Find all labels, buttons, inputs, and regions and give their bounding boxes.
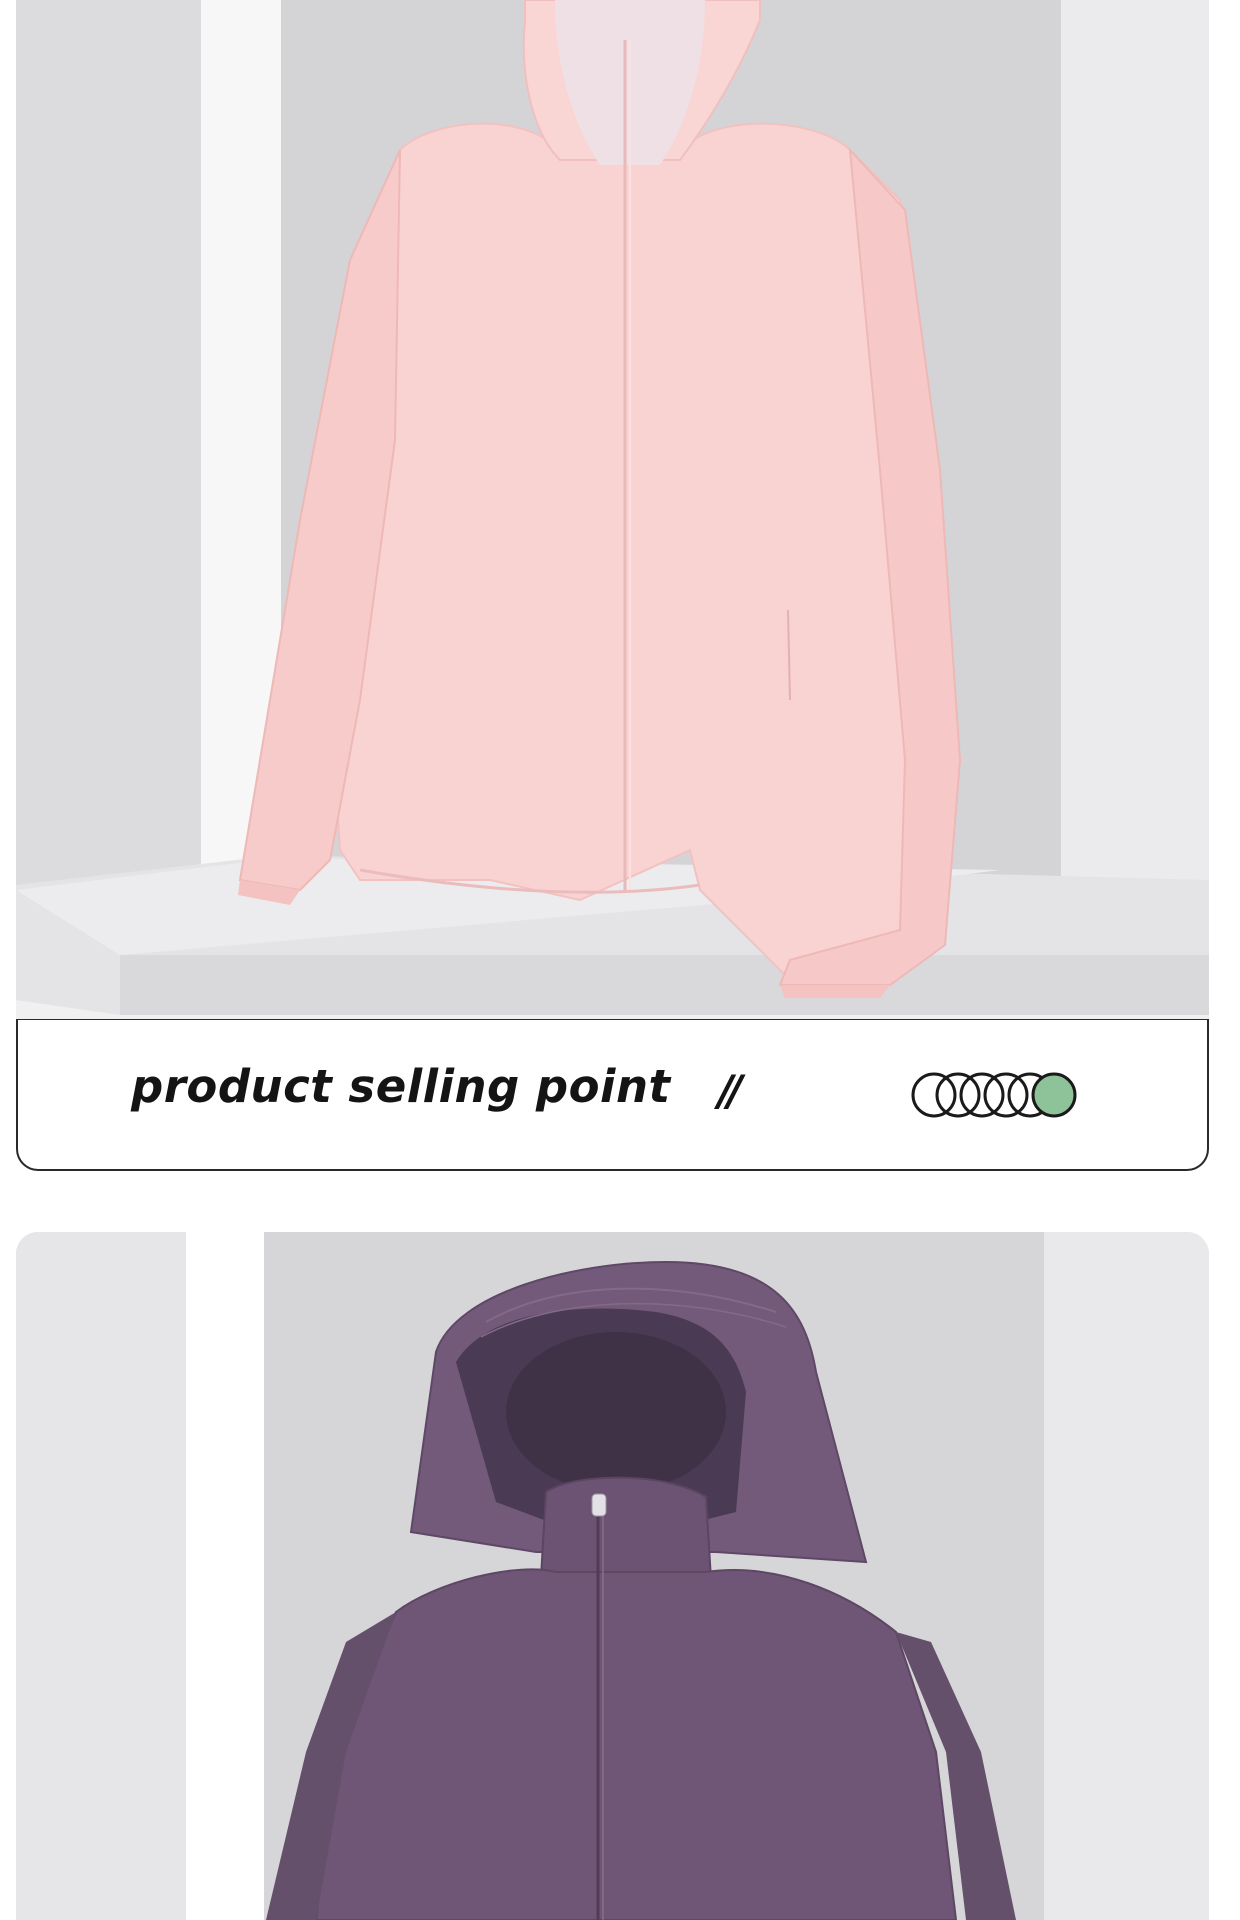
progress-dot [959,1072,1005,1118]
progress-dots [910,1070,1110,1120]
purple-jacket-illustration [16,1232,1209,1920]
pink-jacket-illustration [0,0,1240,1020]
product-photo-purple-jacket [16,1232,1209,1920]
product-photo-pink-jacket [0,0,1240,1020]
banner-title: product selling point [131,1060,671,1113]
progress-dot [911,1072,957,1118]
selling-point-banner: product selling point // [16,1019,1209,1171]
progress-dot-active [1031,1072,1077,1118]
progress-dots-graphic [911,1072,1077,1118]
progress-dot [983,1072,1029,1118]
banner-separator: // [718,1066,743,1115]
progress-dot [935,1072,981,1118]
